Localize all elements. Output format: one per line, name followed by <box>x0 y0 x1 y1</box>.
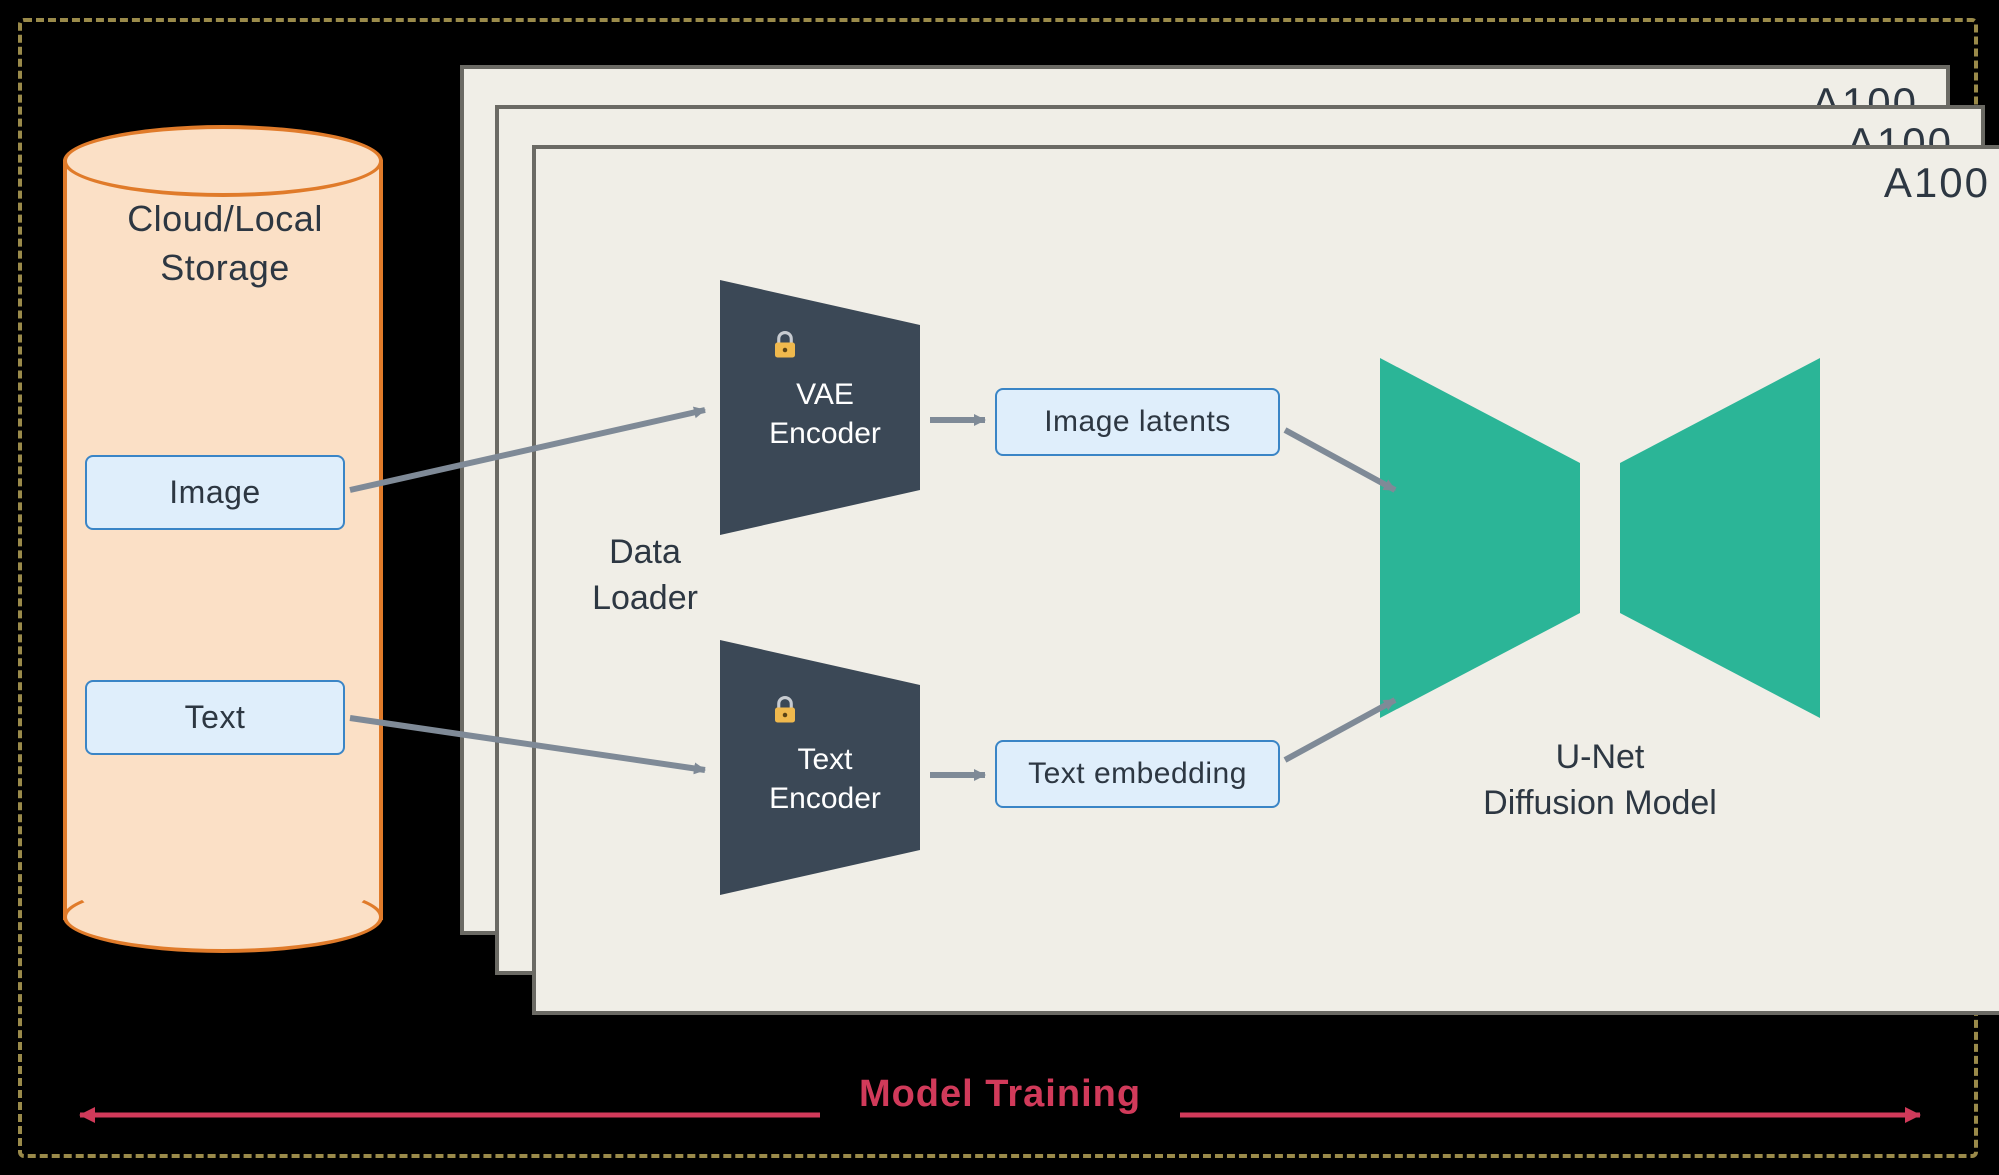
text-embedding-box: Text embedding <box>995 740 1280 808</box>
storage-title: Cloud/Local Storage <box>85 195 365 292</box>
model-training-span: Model Training <box>60 1095 1940 1135</box>
unet-shape <box>1380 358 1820 718</box>
image-latents-box: Image latents <box>995 388 1280 456</box>
vae-encoder-shape <box>720 280 920 535</box>
model-training-label: Model Training <box>841 1073 1159 1116</box>
dataloader-label: Data Loader <box>560 530 730 622</box>
unet-label: U-Net Diffusion Model <box>1440 735 1760 827</box>
storage-text-box: Text <box>85 680 345 755</box>
storage-image-box: Image <box>85 455 345 530</box>
gpu-card-label: A100 <box>1884 159 1990 207</box>
text-encoder-shape <box>720 640 920 895</box>
